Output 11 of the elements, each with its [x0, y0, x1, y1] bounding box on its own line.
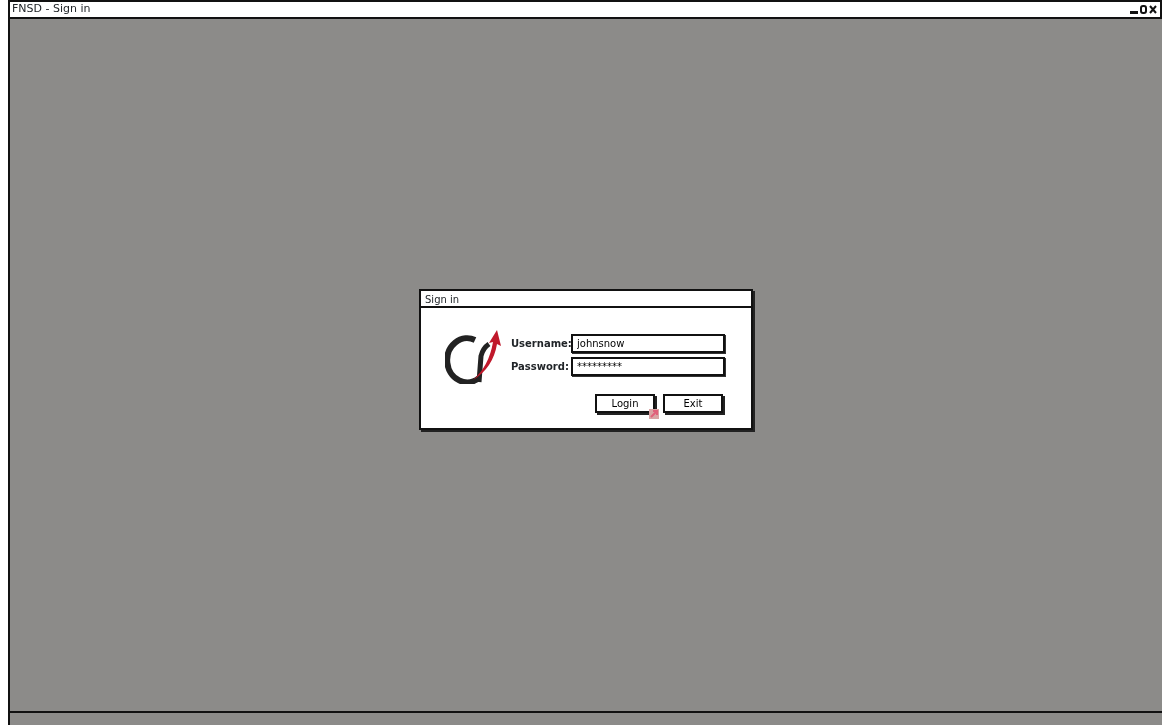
- field-label: Password:: [511, 359, 570, 374]
- input-field[interactable]: *********: [571, 356, 725, 376]
- exit-button[interactable]: Exit: [663, 393, 723, 413]
- window-title: FNSD - Sign in: [12, 1, 91, 18]
- close-icon[interactable]: [1149, 5, 1157, 14]
- cursor-icon: [649, 408, 659, 419]
- field-label: Username:: [511, 336, 571, 351]
- maximize-icon[interactable]: [1140, 5, 1147, 14]
- dialog-title: Sign in: [421, 290, 751, 308]
- input-field[interactable]: johnsnow: [571, 333, 725, 353]
- login-button[interactable]: Login: [595, 393, 655, 413]
